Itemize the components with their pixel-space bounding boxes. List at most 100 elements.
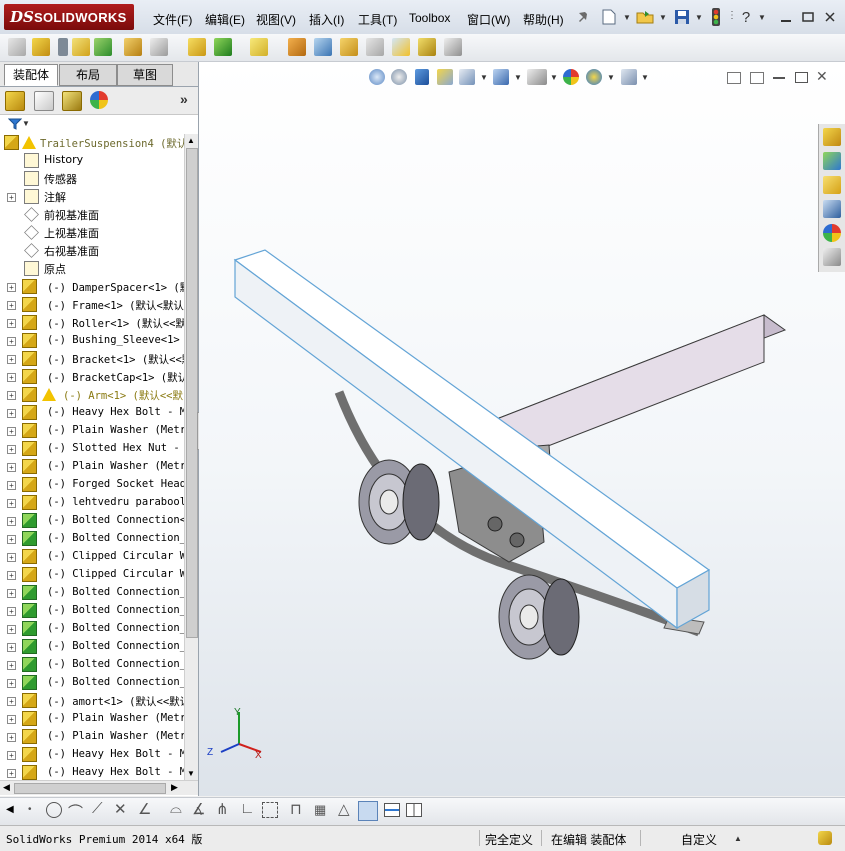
reference-geometry-icon[interactable] bbox=[214, 38, 232, 56]
menu-file[interactable]: 文件(F) bbox=[153, 11, 192, 28]
open-dropdown-icon[interactable]: ▼ bbox=[659, 13, 667, 22]
rear-hub[interactable] bbox=[498, 574, 580, 660]
minimize-icon[interactable] bbox=[777, 8, 795, 26]
triangle-icon[interactable]: △ bbox=[338, 800, 350, 818]
tree-item[interactable]: + (-) Bolted Connection_3 bbox=[0, 584, 184, 602]
clearance-verification-icon[interactable] bbox=[392, 38, 410, 56]
tree-item[interactable]: + (-) Bushing_Sleeve<1> ( bbox=[0, 332, 184, 350]
scroll-left-icon[interactable]: ◀ bbox=[3, 782, 10, 793]
instant3d-icon[interactable] bbox=[444, 38, 462, 56]
scroll-thumb[interactable] bbox=[186, 148, 198, 638]
split-icon[interactable] bbox=[406, 803, 422, 817]
expand-toggle-icon[interactable]: + bbox=[7, 769, 16, 778]
menu-insert[interactable]: 插入(I) bbox=[309, 11, 344, 28]
new-motion-study-icon[interactable] bbox=[250, 38, 268, 56]
front-hub[interactable] bbox=[358, 459, 440, 545]
expand-toggle-icon[interactable]: + bbox=[7, 391, 16, 400]
scroll-down-icon[interactable]: ▼ bbox=[187, 769, 195, 778]
expand-toggle-icon[interactable]: + bbox=[7, 337, 16, 346]
save-icon[interactable] bbox=[673, 8, 691, 26]
menu-window[interactable]: 窗口(W) bbox=[467, 11, 510, 28]
feature-manager-icon[interactable] bbox=[5, 91, 25, 111]
tree-item[interactable]: + (-) Bolted Connection_7 bbox=[0, 656, 184, 674]
tree-item[interactable]: + (-) Clipped Circular Wa bbox=[0, 566, 184, 584]
tree-item[interactable]: + (-) Roller<1> (默认<<默 bbox=[0, 314, 184, 332]
expand-toggle-icon[interactable]: + bbox=[7, 409, 16, 418]
tree-item[interactable]: + (-) Bolted Connection_4 bbox=[0, 602, 184, 620]
expand-toggle-icon[interactable]: + bbox=[7, 463, 16, 472]
chamfer-icon[interactable]: ∡ bbox=[192, 800, 205, 818]
hole-alignment-icon[interactable] bbox=[418, 38, 436, 56]
expand-toggle-icon[interactable]: + bbox=[7, 643, 16, 652]
expand-toggle-icon[interactable]: + bbox=[7, 301, 16, 310]
tree-item[interactable]: + (-) Heavy Hex Bolt - Me bbox=[0, 746, 184, 764]
expand-toggle-icon[interactable]: + bbox=[7, 427, 16, 436]
custom-properties-icon[interactable] bbox=[823, 248, 841, 266]
move-component-icon[interactable] bbox=[124, 38, 142, 56]
expand-toggle-icon[interactable]: + bbox=[7, 589, 16, 598]
expand-toggle-icon[interactable]: + bbox=[7, 373, 16, 382]
tree-item[interactable]: + (-) Frame<1> (默认<默认 bbox=[0, 296, 184, 314]
menu-toolbox[interactable]: Toolbox bbox=[409, 11, 450, 25]
scroll-right-icon[interactable]: ▶ bbox=[171, 782, 178, 793]
smart-fasteners-icon[interactable] bbox=[94, 38, 112, 56]
expand-toggle-icon[interactable]: + bbox=[7, 553, 16, 562]
tree-item[interactable]: + (-) Clipped Circular Wa bbox=[0, 548, 184, 566]
interference-detection-icon[interactable] bbox=[366, 38, 384, 56]
expand-toggle-icon[interactable]: + bbox=[7, 355, 16, 364]
grid-icon[interactable]: ▦ bbox=[314, 802, 326, 818]
tab-layout[interactable]: 布局 bbox=[59, 64, 117, 86]
help-dropdown-icon[interactable]: ▼ bbox=[758, 13, 766, 22]
scroll-up-icon[interactable]: ▲ bbox=[187, 136, 195, 145]
traffic-light-icon[interactable] bbox=[707, 8, 725, 26]
tree-item[interactable]: + (-) Forged Socket Head bbox=[0, 476, 184, 494]
funnel-icon[interactable] bbox=[7, 118, 23, 133]
expand-toggle-icon[interactable]: + bbox=[7, 535, 16, 544]
menu-edit[interactable]: 编辑(E) bbox=[205, 11, 245, 28]
tree-horizontal-scrollbar[interactable]: ◀ ▶ bbox=[0, 780, 198, 795]
expand-toggle-icon[interactable]: + bbox=[7, 751, 16, 760]
new-document-icon[interactable] bbox=[600, 8, 618, 26]
save-dropdown-icon[interactable]: ▼ bbox=[695, 13, 703, 22]
graphics-viewport[interactable]: ▼ ▼ ▼ ▼ ▼ ✕ Y X Z bbox=[199, 62, 845, 796]
filter-dropdown-icon[interactable]: ▼ bbox=[22, 119, 30, 128]
open-folder-icon[interactable] bbox=[636, 8, 654, 26]
tree-item[interactable]: + (-) Plain Washer (Metri bbox=[0, 728, 184, 746]
sketch-rectangle-icon[interactable] bbox=[262, 802, 278, 818]
tab-sketch[interactable]: 草图 bbox=[117, 64, 173, 86]
property-manager-icon[interactable] bbox=[34, 91, 54, 111]
solidworks-logo[interactable]: DS SOLIDWORKS bbox=[4, 4, 134, 30]
section-properties-icon[interactable] bbox=[384, 803, 400, 817]
tree-item[interactable]: + (-) Bolted Connection_6 bbox=[0, 638, 184, 656]
expand-toggle-icon[interactable]: + bbox=[7, 661, 16, 670]
insert-component-icon[interactable] bbox=[32, 38, 50, 56]
horizontal-scroll-thumb[interactable] bbox=[14, 783, 166, 794]
assembly-component-icon[interactable] bbox=[8, 38, 26, 56]
tree-item[interactable]: + (-) Bolted Connection_5 bbox=[0, 620, 184, 638]
tree-item[interactable]: + (-) Plain Washer (Metri bbox=[0, 458, 184, 476]
bill-of-materials-icon[interactable] bbox=[288, 38, 306, 56]
trim-icon[interactable]: ✕ bbox=[114, 800, 127, 818]
expand-toggle-icon[interactable]: + bbox=[7, 625, 16, 634]
mate-icon[interactable] bbox=[58, 38, 68, 56]
assembly-features-icon[interactable] bbox=[188, 38, 206, 56]
view-palette-icon[interactable] bbox=[823, 200, 841, 218]
tree-item[interactable]: + (-) Plain Washer (Metri bbox=[0, 422, 184, 440]
tab-assembly[interactable]: 装配体 bbox=[4, 64, 58, 86]
tree-item[interactable]: + (-) Heavy Hex Bolt - Me bbox=[0, 404, 184, 422]
help-icon[interactable]: ? bbox=[737, 8, 755, 26]
tree-item[interactable]: + (-) Bolted Connection<1 bbox=[0, 512, 184, 530]
expand-toggle-icon[interactable]: + bbox=[7, 607, 16, 616]
expand-toggle-icon[interactable]: + bbox=[7, 481, 16, 490]
expand-toggle-icon[interactable]: + bbox=[7, 193, 16, 202]
point-icon[interactable]: • bbox=[28, 804, 32, 815]
expand-toggle-icon[interactable]: + bbox=[7, 499, 16, 508]
arc-icon[interactable]: ⌒ bbox=[68, 801, 83, 822]
expand-toggle-icon[interactable]: + bbox=[7, 679, 16, 688]
menu-view[interactable]: 视图(V) bbox=[256, 11, 296, 28]
solidworks-resources-icon[interactable] bbox=[823, 128, 841, 146]
tree-item[interactable]: + (-) DamperSpacer<1> (默认 bbox=[0, 278, 184, 296]
tree-item[interactable]: + 注解 bbox=[0, 188, 184, 206]
tree-item[interactable]: + (-) amort<1> (默认<<默认 bbox=[0, 692, 184, 710]
linear-sketch-pattern-icon[interactable]: ⊓ bbox=[290, 800, 302, 818]
